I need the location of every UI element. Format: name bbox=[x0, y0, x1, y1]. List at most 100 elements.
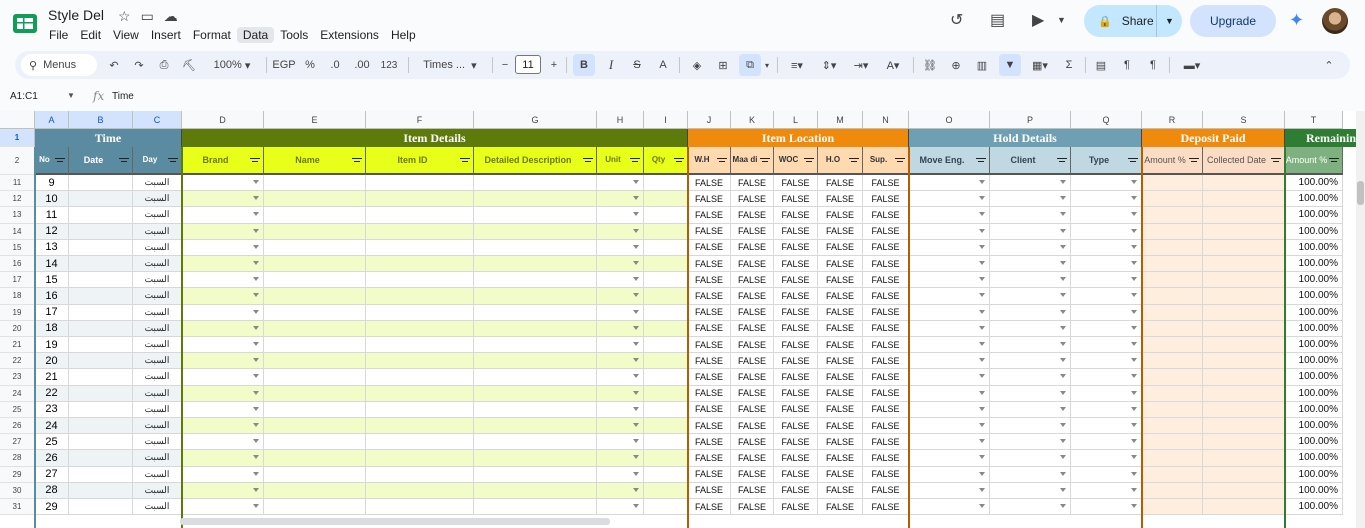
cell-k-20[interactable]: FALSE bbox=[731, 320, 774, 337]
cell-m-24[interactable]: FALSE bbox=[818, 385, 863, 402]
cell-a-23[interactable]: 21 bbox=[35, 369, 69, 386]
cell-l-14[interactable]: FALSE bbox=[774, 223, 818, 240]
cell-j-28[interactable]: FALSE bbox=[688, 450, 731, 467]
cell-t-16[interactable]: 100.00% bbox=[1285, 256, 1343, 273]
cell-s-28[interactable] bbox=[1203, 450, 1285, 467]
cell-s-22[interactable] bbox=[1203, 353, 1285, 370]
cell-l-11[interactable]: FALSE bbox=[774, 175, 818, 192]
field-header-maa-di[interactable]: Maa di bbox=[731, 147, 774, 175]
cell-k-19[interactable]: FALSE bbox=[731, 304, 774, 321]
freeze-icon[interactable]: ▤ bbox=[1091, 51, 1111, 79]
cell-a-11[interactable]: 9 bbox=[35, 175, 69, 192]
cell-h-12[interactable] bbox=[597, 191, 644, 208]
chevron-down-icon[interactable] bbox=[633, 228, 639, 233]
cell-r-22[interactable] bbox=[1142, 353, 1203, 370]
cell-q-25[interactable] bbox=[1071, 401, 1142, 418]
row-header-27[interactable]: 27 bbox=[0, 434, 35, 451]
chevron-down-icon[interactable] bbox=[253, 261, 259, 265]
vertical-scrollbar[interactable] bbox=[1356, 111, 1365, 528]
cell-s-17[interactable] bbox=[1203, 272, 1285, 289]
comments-icon[interactable]: ▤ bbox=[990, 10, 1005, 30]
chevron-down-icon[interactable] bbox=[979, 325, 985, 330]
cell-g-19[interactable] bbox=[474, 304, 597, 321]
cell-p-21[interactable] bbox=[990, 337, 1071, 354]
cell-k-29[interactable]: FALSE bbox=[731, 466, 774, 483]
cell-k-24[interactable]: FALSE bbox=[731, 385, 774, 402]
cell-l-20[interactable]: FALSE bbox=[774, 320, 818, 337]
chevron-down-icon[interactable] bbox=[979, 471, 985, 476]
filter-icon[interactable] bbox=[895, 157, 905, 165]
cell-o-17[interactable] bbox=[909, 272, 990, 289]
cell-q-20[interactable] bbox=[1071, 320, 1142, 337]
cell-p-18[interactable] bbox=[990, 288, 1071, 305]
row-header-12[interactable]: 12 bbox=[0, 191, 35, 208]
cell-p-15[interactable] bbox=[990, 239, 1071, 256]
field-header-item-id[interactable]: Item ID bbox=[366, 147, 474, 175]
chevron-down-icon[interactable] bbox=[633, 439, 639, 444]
cell-d-14[interactable] bbox=[182, 223, 264, 240]
name-box-dropdown-icon[interactable]: ▼ bbox=[67, 91, 75, 100]
cell-s-31[interactable] bbox=[1203, 499, 1285, 516]
cell-r-28[interactable] bbox=[1142, 450, 1203, 467]
cell-c-21[interactable]: السبت bbox=[133, 337, 182, 354]
cell-f-30[interactable] bbox=[366, 482, 474, 499]
cell-i-30[interactable] bbox=[644, 482, 688, 499]
chevron-down-icon[interactable] bbox=[979, 406, 985, 411]
cell-p-29[interactable] bbox=[990, 466, 1071, 483]
cell-s-15[interactable] bbox=[1203, 239, 1285, 256]
cell-c-22[interactable]: السبت bbox=[133, 353, 182, 370]
field-header-day[interactable]: Day bbox=[133, 147, 182, 175]
filter-icon[interactable] bbox=[760, 157, 770, 165]
cell-a-20[interactable]: 18 bbox=[35, 320, 69, 337]
chevron-down-icon[interactable] bbox=[253, 504, 259, 508]
filter-icon[interactable]: ▼ bbox=[999, 54, 1021, 76]
cell-m-30[interactable]: FALSE bbox=[818, 482, 863, 499]
cell-o-21[interactable] bbox=[909, 337, 990, 354]
row-header-31[interactable]: 31 bbox=[0, 499, 35, 516]
spreadsheet-grid[interactable]: A B C D E F G H I J K L M N O P Q R S T 1 2 11 12 13 14 15 16 17 18 19… bbox=[0, 111, 1358, 528]
cell-p-11[interactable] bbox=[990, 175, 1071, 192]
cell-g-14[interactable] bbox=[474, 223, 597, 240]
cell-h-23[interactable] bbox=[597, 369, 644, 386]
cell-f-21[interactable] bbox=[366, 337, 474, 354]
sheets-logo-icon[interactable] bbox=[12, 10, 38, 36]
cell-l-31[interactable]: FALSE bbox=[774, 499, 818, 516]
cell-h-13[interactable] bbox=[597, 207, 644, 224]
cell-p-22[interactable] bbox=[990, 353, 1071, 370]
row-header-13[interactable]: 13 bbox=[0, 207, 35, 224]
cell-r-25[interactable] bbox=[1142, 401, 1203, 418]
cell-i-23[interactable] bbox=[644, 369, 688, 386]
cell-a-31[interactable]: 29 bbox=[35, 499, 69, 516]
cell-g-22[interactable] bbox=[474, 353, 597, 370]
cell-k-25[interactable]: FALSE bbox=[731, 401, 774, 418]
field-header-h-o[interactable]: H.O bbox=[818, 147, 863, 175]
cell-d-16[interactable] bbox=[182, 256, 264, 273]
cell-h-14[interactable] bbox=[597, 223, 644, 240]
column-header-e[interactable]: E bbox=[264, 111, 366, 129]
cell-d-26[interactable] bbox=[182, 418, 264, 435]
menu-extensions[interactable]: Extensions bbox=[314, 27, 385, 43]
cell-a-13[interactable]: 11 bbox=[35, 207, 69, 224]
cell-o-14[interactable] bbox=[909, 223, 990, 240]
cell-k-15[interactable]: FALSE bbox=[731, 239, 774, 256]
cell-l-12[interactable]: FALSE bbox=[774, 191, 818, 208]
cell-m-21[interactable]: FALSE bbox=[818, 337, 863, 354]
cell-n-17[interactable]: FALSE bbox=[863, 272, 909, 289]
cell-b-11[interactable] bbox=[69, 175, 133, 192]
cell-h-30[interactable] bbox=[597, 482, 644, 499]
cell-f-25[interactable] bbox=[366, 401, 474, 418]
cell-r-13[interactable] bbox=[1142, 207, 1203, 224]
cell-b-15[interactable] bbox=[69, 239, 133, 256]
filter-icon[interactable] bbox=[1128, 157, 1138, 165]
cell-i-15[interactable] bbox=[644, 239, 688, 256]
row-header-30[interactable]: 30 bbox=[0, 482, 35, 499]
cell-e-29[interactable] bbox=[264, 466, 366, 483]
share-button[interactable]: 🔒 Share ▼ bbox=[1084, 5, 1182, 37]
cell-g-30[interactable] bbox=[474, 482, 597, 499]
cell-n-20[interactable]: FALSE bbox=[863, 320, 909, 337]
cell-f-31[interactable] bbox=[366, 499, 474, 516]
chevron-down-icon[interactable] bbox=[633, 244, 639, 249]
cell-n-25[interactable]: FALSE bbox=[863, 401, 909, 418]
cell-o-22[interactable] bbox=[909, 353, 990, 370]
menus-search[interactable]: ⚲ Menus bbox=[21, 54, 97, 76]
